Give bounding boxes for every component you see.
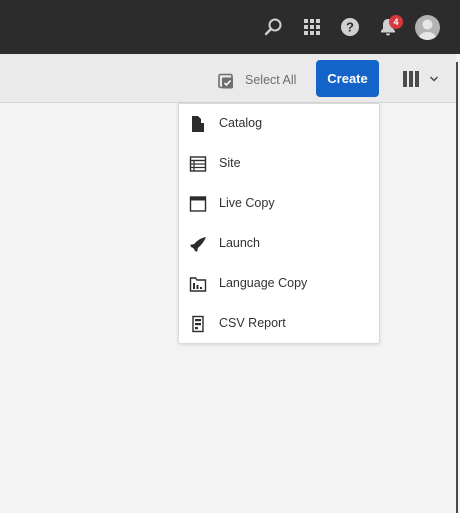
help-icon[interactable]: ?	[338, 15, 362, 39]
menu-item-label: Catalog	[219, 116, 263, 130]
menu-item-catalog[interactable]: Catalog	[179, 104, 379, 144]
menu-item-label: Site	[219, 156, 241, 170]
shell-bar: ? 4	[0, 0, 460, 54]
column-view-icon	[403, 71, 419, 87]
scrollbar-edge	[456, 0, 460, 54]
live-copy-icon	[189, 196, 207, 212]
search-icon[interactable]	[261, 15, 285, 39]
menu-item-label: Live Copy	[219, 196, 275, 210]
launch-icon	[190, 237, 206, 252]
menu-item-csv-report[interactable]: CSV Report	[179, 304, 379, 344]
apps-grid-icon[interactable]	[300, 15, 324, 39]
site-icon	[189, 156, 207, 172]
menu-item-launch[interactable]: Launch	[179, 224, 379, 264]
create-button[interactable]: Create	[316, 60, 379, 97]
menu-item-label: Launch	[219, 236, 261, 250]
action-bar: Select All Create	[0, 54, 456, 103]
language-copy-icon	[189, 277, 207, 292]
menu-item-live-copy[interactable]: Live Copy	[179, 184, 379, 224]
user-avatar-icon[interactable]	[415, 15, 440, 40]
chevron-down-icon	[429, 76, 439, 82]
menu-item-language-copy[interactable]: Language Copy	[179, 264, 379, 304]
select-all-label: Select All	[245, 73, 297, 87]
csv-report-icon	[192, 315, 204, 333]
notification-badge: 4	[389, 15, 403, 29]
menu-item-label: Language Copy	[219, 276, 308, 290]
select-all-icon	[218, 73, 233, 88]
menu-item-label: CSV Report	[219, 316, 286, 330]
select-all-button[interactable]: Select All	[218, 70, 296, 90]
scrollbar-track[interactable]	[456, 62, 458, 513]
create-menu: Catalog Site Live Copy Launch Language C…	[178, 103, 380, 344]
svg-text:?: ?	[346, 20, 354, 35]
catalog-icon	[192, 116, 204, 132]
view-switcher-button[interactable]	[402, 70, 439, 88]
menu-item-site[interactable]: Site	[179, 144, 379, 184]
